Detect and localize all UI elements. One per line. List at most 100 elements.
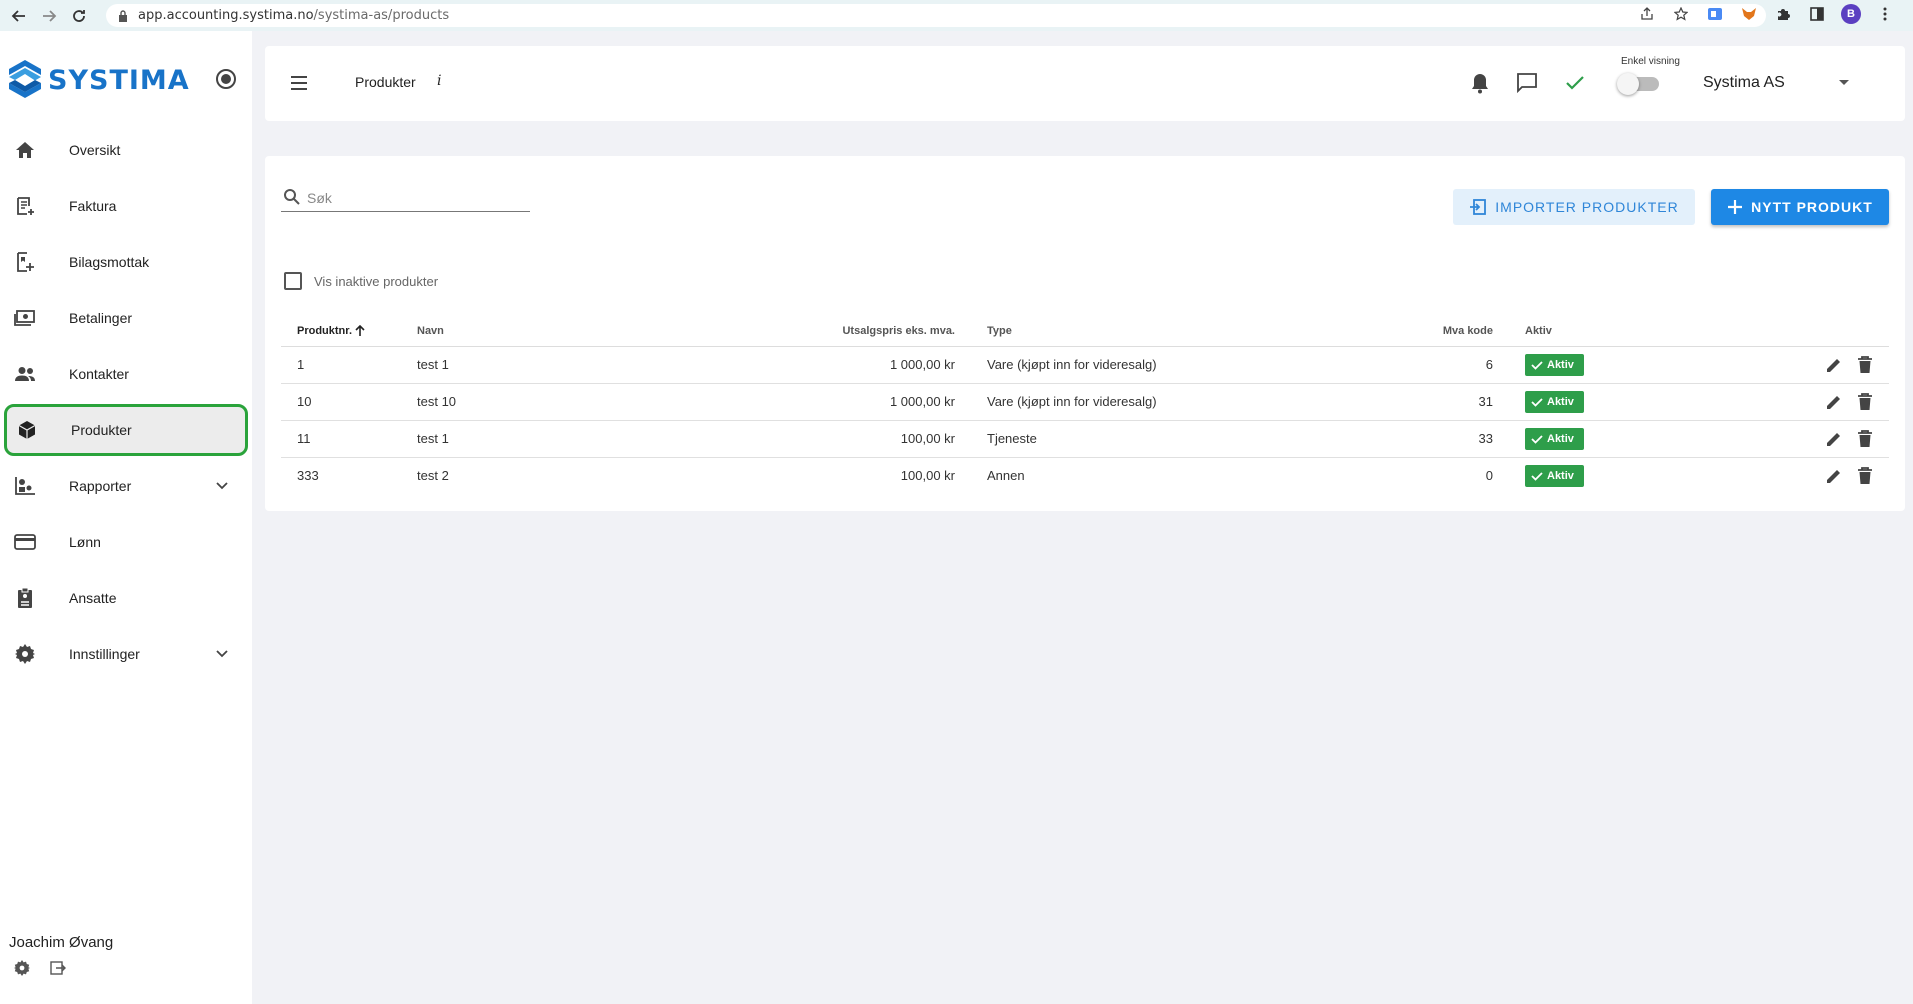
caret-down-icon[interactable] [1839,80,1849,85]
sync-check-icon[interactable] [1563,71,1587,95]
sidebar-item-ansatte[interactable]: Ansatte [0,570,252,626]
payments-icon [14,307,36,329]
sidebar-item-label: Produkter [71,422,132,438]
sidebar-menu: Oversikt Faktura Bilagsmottak Betalinger… [0,122,252,682]
cell-navn: test 1 [401,420,701,458]
gear-icon [14,643,36,665]
new-product-button[interactable]: NYTT PRODUKT [1711,189,1889,225]
bell-icon[interactable] [1468,71,1492,95]
address-bar[interactable]: app.accounting.systima.no/systima-as/pro… [106,4,1766,27]
extensions-puzzle-icon[interactable] [1773,4,1793,24]
sidebar-item-bilagsmottak[interactable]: Bilagsmottak [0,234,252,290]
enkel-visning-toggle[interactable] [1617,72,1663,95]
column-header-mva-kode[interactable]: Mva kode [1331,316,1509,347]
column-header-actions [1679,316,1889,347]
badge-icon [14,587,36,609]
show-inactive-checkbox[interactable] [284,272,302,290]
edit-pencil-icon[interactable] [1825,430,1843,448]
forward-icon[interactable] [38,5,60,27]
cell-price: 1 000,00 kr [701,383,971,421]
sidebar-item-oversikt[interactable]: Oversikt [0,122,252,178]
column-header-type[interactable]: Type [971,316,1331,347]
delete-trash-icon[interactable] [1857,392,1873,411]
lock-icon [119,9,127,22]
edit-pencil-icon[interactable] [1825,393,1843,411]
delete-trash-icon[interactable] [1857,429,1873,448]
edit-pencil-icon[interactable] [1825,356,1843,374]
reload-icon[interactable] [68,5,90,27]
sidebar-item-kontakter[interactable]: Kontakter [0,346,252,402]
cell-type: Vare (kjøpt inn for videresalg) [971,383,1331,421]
table-header-row: Produktnr. Navn Utsalgspris eks. mva. Ty… [281,316,1889,347]
show-inactive-row[interactable]: Vis inaktive produkter [284,272,438,290]
systima-logo[interactable]: SYSTIMA [8,59,190,101]
search-field[interactable] [281,182,530,212]
search-input[interactable] [307,188,517,208]
chevron-down-icon[interactable] [212,476,232,496]
fox-extension-icon[interactable] [1739,4,1759,24]
column-header-produktnr[interactable]: Produktnr. [281,316,401,347]
import-products-button[interactable]: IMPORTER PRODUKTER [1453,189,1695,225]
import-products-label: IMPORTER PRODUKTER [1495,199,1679,215]
reports-icon [14,475,36,497]
status-badge: Aktiv [1525,353,1584,376]
sort-ascending-icon[interactable] [354,324,366,337]
sidebar-item-label: Faktura [69,198,117,214]
table-row[interactable]: 1 test 1 1 000,00 kr Vare (kjøpt inn for… [281,346,1889,384]
table-row[interactable]: 333 test 2 100,00 kr Annen 0 Aktiv [281,457,1889,494]
table-row[interactable]: 11 test 1 100,00 kr Tjeneste 33 Aktiv [281,420,1889,458]
browser-menu-icon[interactable] [1875,4,1895,24]
check-icon [1531,360,1543,370]
sidebar-item-betalinger[interactable]: Betalinger [0,290,252,346]
edit-pencil-icon[interactable] [1825,467,1843,485]
sidebar-item-faktura[interactable]: Faktura [0,178,252,234]
user-settings-gear-icon[interactable] [14,960,30,976]
translate-extension-icon[interactable] [1705,4,1725,24]
browser-toolbar: app.accounting.systima.no/systima-as/pro… [0,0,1913,31]
cell-type: Vare (kjøpt inn for videresalg) [971,346,1331,384]
sidepanel-icon[interactable] [1807,4,1827,24]
sidebar-item-innstillinger[interactable]: Innstillinger [0,626,252,682]
sidebar-item-label: Lønn [69,534,101,550]
delete-trash-icon[interactable] [1857,355,1873,374]
import-icon [1470,199,1487,215]
url-text: app.accounting.systima.no/systima-as/pro… [138,8,450,23]
brand-name: SYSTIMA [48,64,190,96]
invoice-icon [14,195,36,217]
sidebar-item-label: Ansatte [69,590,117,606]
sidebar-pin-toggle[interactable] [216,69,236,89]
delete-trash-icon[interactable] [1857,466,1873,485]
sidebar-item-label: Rapporter [69,478,132,494]
table-row[interactable]: 10 test 10 1 000,00 kr Vare (kjøpt inn f… [281,383,1889,421]
toggle-label: Enkel visning [1621,56,1680,67]
column-header-utsalgspris[interactable]: Utsalgspris eks. mva. [701,316,971,347]
cell-produktnr: 333 [297,468,319,484]
user-name: Joachim Øvang [9,934,114,951]
sidebar-item-rapporter[interactable]: Rapporter [0,458,252,514]
sidebar-item-lonn[interactable]: Lønn [0,514,252,570]
status-badge: Aktiv [1525,464,1584,487]
logout-icon[interactable] [50,960,66,976]
sidebar-item-label: Kontakter [69,366,129,382]
cell-mva: 0 [1485,468,1493,484]
back-icon[interactable] [8,5,30,27]
chat-icon[interactable] [1515,71,1539,95]
cell-produktnr: 10 [281,383,401,421]
chevron-down-icon[interactable] [212,644,232,664]
show-inactive-label: Vis inaktive produkter [314,273,439,289]
profile-avatar[interactable]: B [1841,4,1861,24]
sidebar-item-label: Bilagsmottak [69,254,150,270]
menu-hamburger-icon[interactable] [289,73,309,93]
bookmark-star-icon[interactable] [1671,4,1691,24]
column-header-navn[interactable]: Navn [401,316,701,347]
company-selector[interactable]: Systima AS [1703,74,1785,92]
column-header-aktiv[interactable]: Aktiv [1509,316,1679,347]
cell-navn: test 10 [401,383,701,421]
share-icon[interactable] [1637,4,1657,24]
sidebar-item-produkter[interactable]: Produkter [2,402,250,458]
card-icon [14,531,36,553]
info-icon[interactable]: i [437,73,441,89]
box-icon [16,419,38,441]
status-badge: Aktiv [1525,427,1584,450]
new-product-label: NYTT PRODUKT [1751,199,1873,215]
